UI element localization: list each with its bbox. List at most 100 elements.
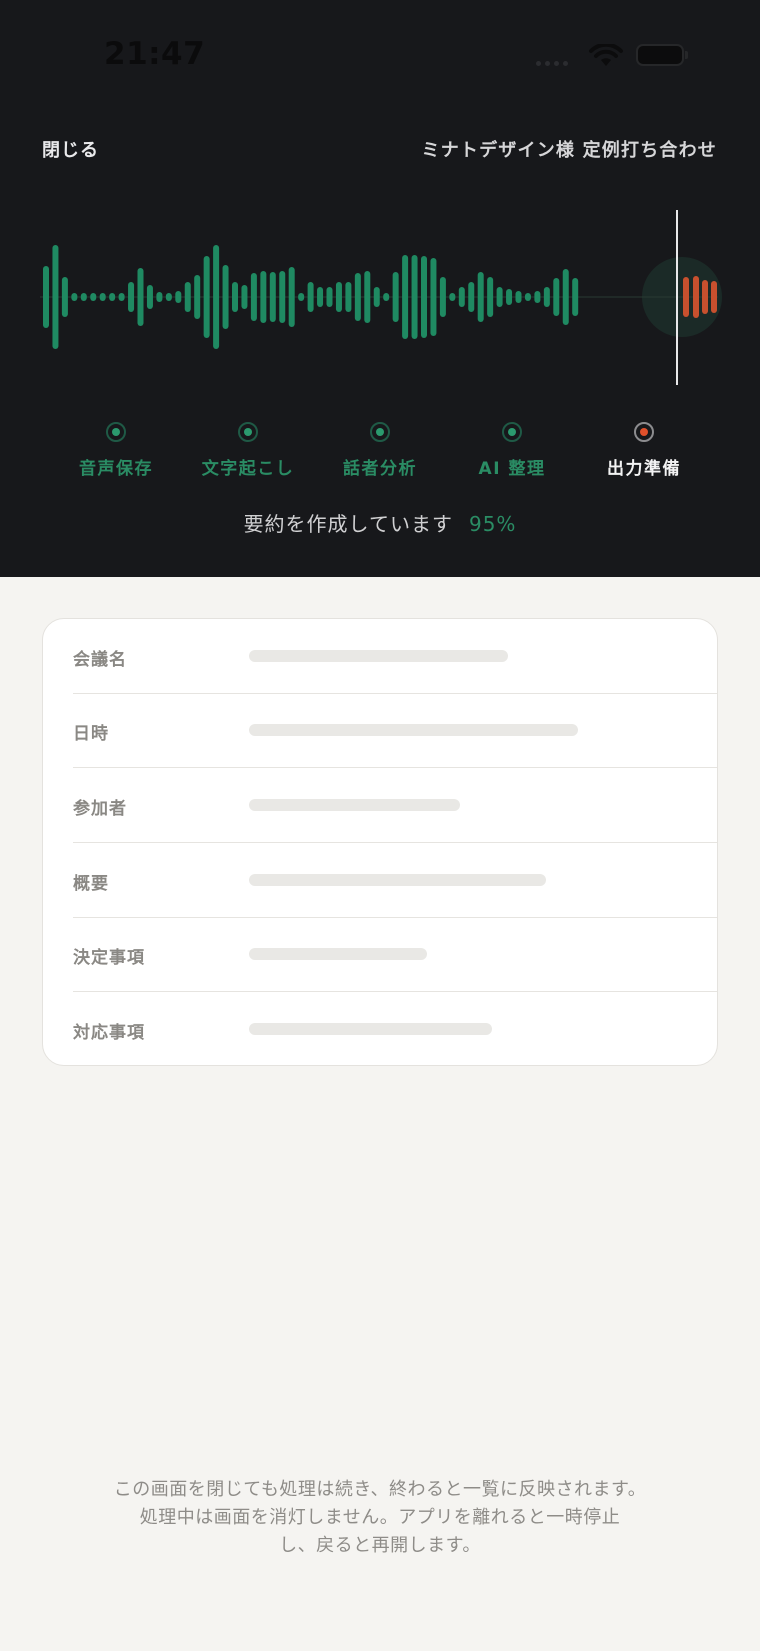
waveform-bar <box>298 293 305 301</box>
progress-message: 要約を作成しています <box>243 512 453 536</box>
row-label: 日時 <box>73 724 109 744</box>
loading-placeholder <box>249 948 427 960</box>
summary-row-overview: 概要 <box>73 843 717 918</box>
progress-percent: 95% <box>468 512 517 536</box>
waveform-bar <box>90 293 97 301</box>
waveform-bar <box>326 287 333 307</box>
step-label: 話者分析 <box>343 459 417 479</box>
waveform-bar <box>487 277 494 317</box>
close-button[interactable]: 閉じる <box>42 136 99 162</box>
battery-cap <box>685 51 688 59</box>
waveform-bar <box>146 285 153 309</box>
signal-icon <box>536 61 568 66</box>
step-ai-organize: AI 整理 <box>446 422 578 482</box>
waveform-bar <box>307 282 314 312</box>
waveform-bar <box>43 266 49 328</box>
row-label: 概要 <box>73 874 109 894</box>
note-line: し、戻ると再開します。 <box>279 1535 481 1556</box>
waveform-bar <box>392 272 399 322</box>
row-label: 会議名 <box>73 650 127 670</box>
waveform-bar <box>354 273 361 321</box>
waveform-bar <box>383 293 390 301</box>
waveform-bar <box>156 292 163 302</box>
waveform-bar <box>421 256 427 338</box>
waveform-bar <box>118 293 125 301</box>
waveform-bar <box>203 256 210 338</box>
waveform-bar <box>109 293 116 301</box>
meeting-title: ミナトデザイン様 定例打ち合わせ <box>421 140 717 161</box>
waveform-bar <box>402 255 409 339</box>
status-time: 21:47 <box>104 36 206 72</box>
step-speaker-analysis: 話者分析 <box>314 422 446 482</box>
wifi-icon <box>589 44 623 66</box>
waveform-bar <box>61 277 68 317</box>
waveform-bar <box>335 282 342 312</box>
loading-placeholder <box>249 874 546 886</box>
waveform-bar-live <box>702 280 708 314</box>
waveform-bar-live <box>711 281 717 313</box>
row-label: 決定事項 <box>73 948 145 968</box>
waveform-bar <box>506 289 513 305</box>
summary-row-action-items: 対応事項 <box>73 992 717 1065</box>
waveform-bar <box>222 265 229 329</box>
waveform-bar <box>175 291 182 303</box>
waveform-bar <box>458 287 465 307</box>
waveform-bar <box>524 293 531 301</box>
waveform-bar <box>468 282 475 312</box>
step-label: 音声保存 <box>79 459 153 479</box>
waveform-bar <box>543 287 550 307</box>
summary-row-decisions: 決定事項 <box>73 917 717 992</box>
row-label: 対応事項 <box>73 1023 145 1043</box>
loading-placeholder <box>249 799 460 811</box>
waveform-bar <box>213 245 220 349</box>
loading-placeholder <box>249 650 508 662</box>
audio-waveform <box>40 210 722 385</box>
waveform-bar <box>260 271 267 323</box>
row-label: 参加者 <box>73 799 127 819</box>
background-processing-note: この画面を閉じても処理は続き、終わると一覧に反映されます。 処理中は画面を消灯し… <box>0 1476 760 1560</box>
progress-status: 要約を作成しています 95% <box>0 508 760 537</box>
waveform-bar <box>184 282 191 312</box>
waveform-bar <box>165 293 172 301</box>
summary-row-datetime: 日時 <box>73 693 717 768</box>
waveform-bar <box>71 293 78 301</box>
waveform-bar <box>269 272 276 322</box>
waveform-bar <box>534 291 541 303</box>
step-label: 出力準備 <box>607 459 681 479</box>
waveform-bar <box>128 282 135 312</box>
summary-card: 会議名 日時 参加者 概要 決定事項 対応事項 <box>42 618 718 1066</box>
summary-row-meeting-name: 会議名 <box>73 619 717 694</box>
waveform-bar-live <box>683 277 689 317</box>
step-label: 文字起こし <box>201 459 295 479</box>
processing-steps: 音声保存 文字起こし 話者分析 AI 整理 出力準備 <box>50 422 710 482</box>
step-status-dot <box>370 422 390 442</box>
waveform-bar <box>553 278 560 316</box>
waveform-bar <box>430 258 437 336</box>
battery-icon <box>636 44 684 66</box>
waveform-bar <box>194 275 201 319</box>
step-status-dot <box>502 422 522 442</box>
waveform-bar <box>345 282 352 312</box>
waveform-bar <box>449 293 456 301</box>
waveform-bar <box>137 268 144 326</box>
loading-placeholder <box>249 1023 492 1035</box>
waveform-bar <box>439 277 446 317</box>
waveform-bar-live <box>693 276 699 318</box>
playhead-line <box>676 210 678 385</box>
waveform-bar <box>52 245 59 349</box>
step-status-dot <box>634 422 654 442</box>
step-audio-save: 音声保存 <box>50 422 182 482</box>
waveform-bar <box>241 285 248 309</box>
waveform-bar <box>99 293 106 301</box>
recording-panel: 21:47 閉じる ミナトデザイン様 定例打ち合わせ 音声保存 文字起こし 話者… <box>0 0 760 577</box>
waveform-bar <box>477 272 484 322</box>
step-label: AI 整理 <box>478 459 546 479</box>
note-line: この画面を閉じても処理は続き、終わると一覧に反映されます。 <box>113 1479 647 1500</box>
waveform-bar <box>250 273 257 321</box>
step-status-dot <box>106 422 126 442</box>
waveform-bar <box>562 269 569 325</box>
waveform-bar <box>572 278 579 316</box>
waveform-bar <box>515 291 522 303</box>
step-output-prep: 出力準備 <box>578 422 710 482</box>
step-status-dot <box>238 422 258 442</box>
